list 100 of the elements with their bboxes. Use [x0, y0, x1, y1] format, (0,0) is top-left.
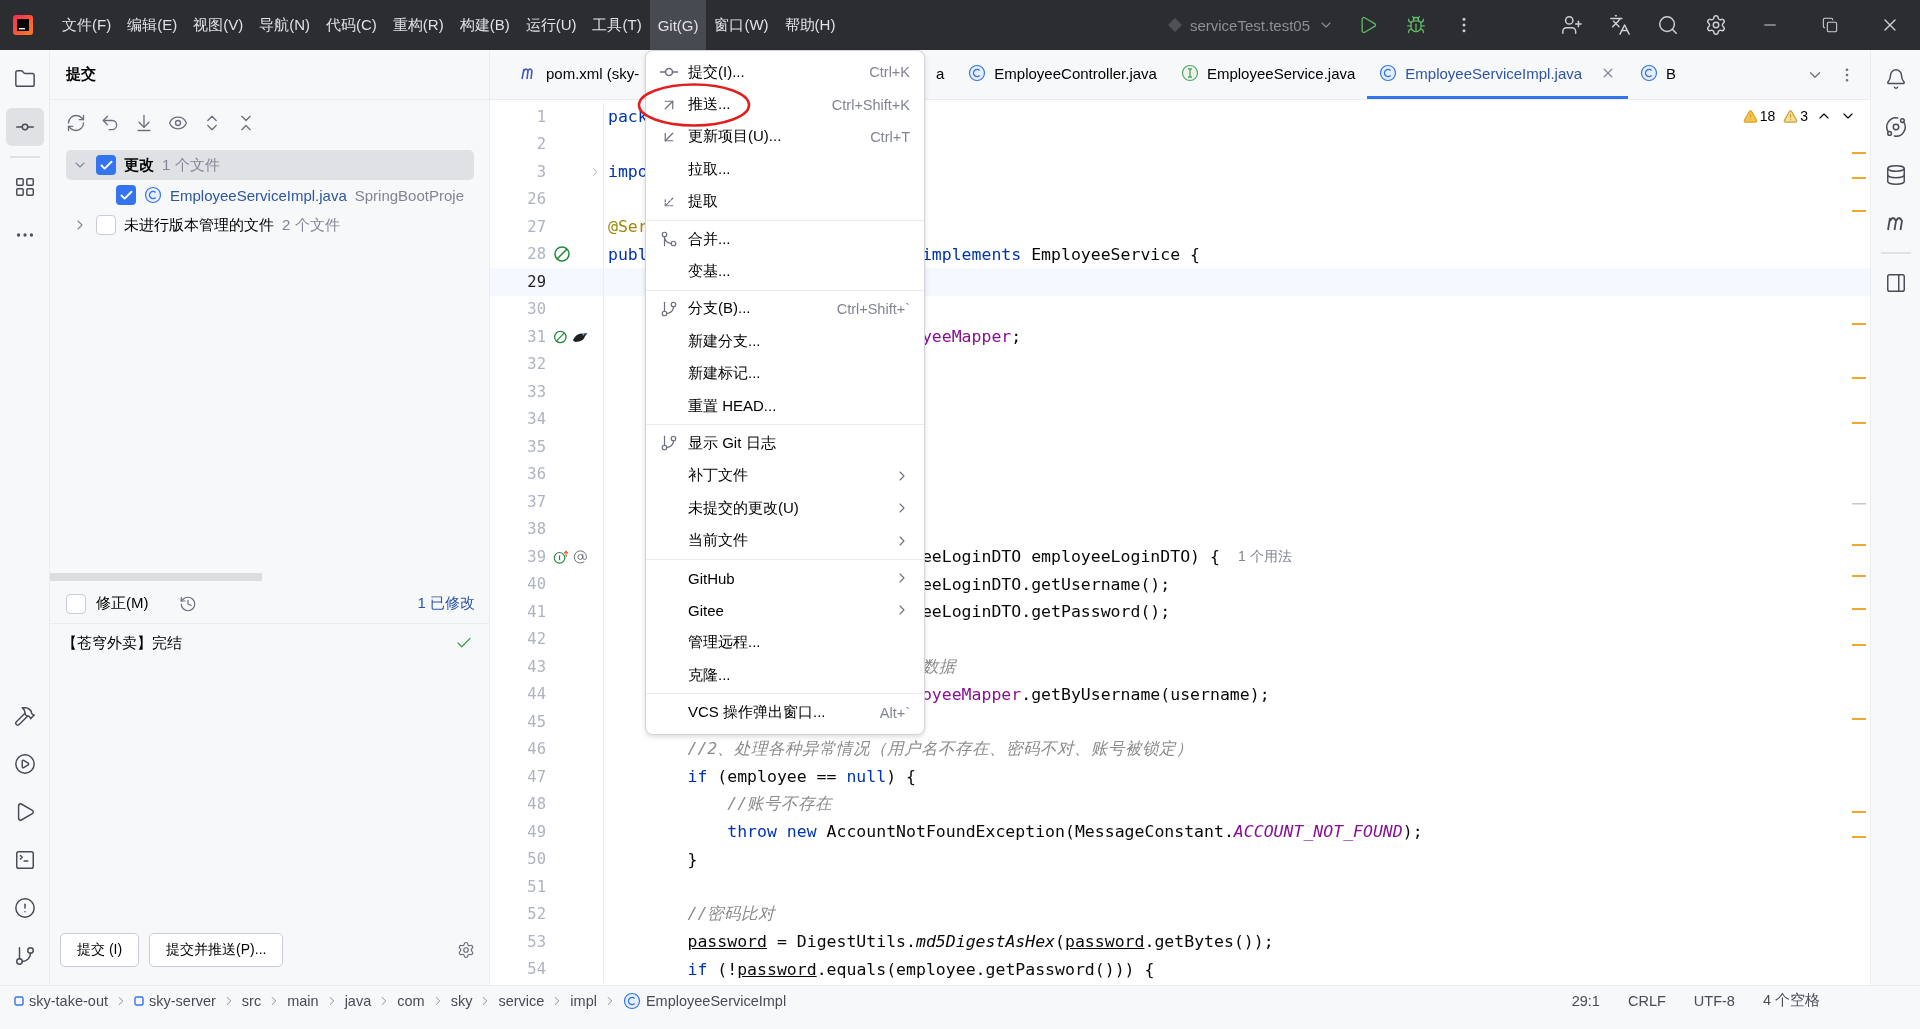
settings-icon[interactable]	[1705, 14, 1727, 36]
menu-item[interactable]: 新建标记...	[646, 357, 924, 390]
checkbox[interactable]	[96, 215, 116, 235]
branch-icon[interactable]	[13, 945, 36, 967]
tree-row[interactable]: 更改 1 个文件	[66, 150, 474, 180]
structure-icon[interactable]	[13, 176, 36, 198]
editor-tab[interactable]: EmployeeService.java	[1168, 50, 1368, 99]
panel-icon[interactable]	[1884, 272, 1907, 294]
line-number: 48	[526, 795, 546, 814]
status-item[interactable]: 4 个空格	[1762, 991, 1820, 1010]
checkbox[interactable]	[66, 593, 86, 614]
breadcrumb[interactable]: com	[397, 992, 425, 1009]
menu-item[interactable]: 克隆...	[646, 659, 924, 692]
checkbox[interactable]	[96, 155, 116, 175]
menu-item[interactable]: 分支(B)... Ctrl+Shift+`	[646, 292, 924, 326]
menu-item[interactable]: 构建(B)	[451, 0, 518, 50]
settings-icon[interactable]	[457, 941, 475, 959]
editor-tab[interactable]: EmployeeController.java	[956, 50, 1169, 99]
tree-row[interactable]: EmployeeServiceImpl.java SpringBootProje	[66, 180, 473, 210]
commit-button[interactable]: 提交并推送(P)...	[149, 933, 284, 967]
breadcrumb[interactable]: sky	[450, 992, 473, 1009]
status-item[interactable]: 29:1	[1571, 992, 1600, 1009]
modified-link[interactable]: 1 已修改	[417, 594, 475, 613]
code-line: password = DigestUtils.md5DigestAsHex(password.getBytes());	[686, 932, 1274, 952]
menu-item[interactable]: 重构(R)	[384, 0, 452, 50]
editor-tab[interactable]: EmployeeServiceImpl.java	[1367, 50, 1629, 99]
menu-item[interactable]: 变基...	[646, 255, 924, 288]
at-icon[interactable]	[573, 547, 588, 566]
menu-item[interactable]: 新建分支...	[646, 325, 924, 358]
breadcrumb[interactable]: sky-take-out	[14, 992, 108, 1009]
warning-icon	[1783, 108, 1799, 124]
history-icon[interactable]	[178, 594, 197, 613]
search-icon[interactable]	[1657, 14, 1679, 36]
menu-item[interactable]: 当前文件	[646, 524, 924, 557]
code-line: @Ser	[608, 217, 648, 237]
panel-title: 提交	[50, 50, 489, 100]
menu-item[interactable]: 文件(F)	[54, 0, 120, 50]
weak-warning-count[interactable]: 3	[1783, 108, 1808, 124]
menu-item[interactable]: 视图(V)	[185, 0, 252, 50]
file-name: EmployeeServiceImpl.java	[170, 186, 347, 204]
menu-item[interactable]: 拉取...	[646, 153, 924, 186]
refresh-icon[interactable]	[66, 113, 86, 133]
editor-tab[interactable]: B	[1628, 50, 1689, 99]
menu-item[interactable]: 帮助(H)	[776, 0, 844, 50]
menu-item[interactable]: 合并...	[646, 222, 924, 256]
menu-item[interactable]: 未提交的更改(U)	[646, 492, 924, 525]
problems-icon[interactable]	[13, 897, 36, 919]
line-number: 39	[526, 547, 546, 566]
menu-item[interactable]: 重置 HEAD...	[646, 389, 924, 423]
breadcrumb[interactable]: sky-server	[134, 992, 216, 1009]
menu-item[interactable]: 更新项目(U)... Ctrl+T	[646, 120, 924, 154]
breadcrumb[interactable]: java	[344, 992, 372, 1009]
checkbox[interactable]	[116, 185, 136, 205]
menu-item[interactable]: 窗口(W)	[706, 0, 777, 50]
breadcrumb[interactable]: impl	[570, 992, 597, 1009]
app-logo-icon[interactable]	[12, 14, 34, 36]
status-item[interactable]: UTF-8	[1693, 992, 1735, 1009]
commit-message[interactable]: 【苍穹外卖】完结	[62, 634, 182, 653]
commit-button[interactable]: 提交 (I)	[60, 933, 140, 967]
bean-icon[interactable]	[553, 245, 571, 264]
run-config-dropdown[interactable]: serviceTest.test05	[1157, 7, 1344, 43]
breadcrumb[interactable]: src	[241, 992, 262, 1009]
line-number: 1	[535, 107, 546, 126]
menu-item[interactable]: 工具(T)	[584, 0, 650, 50]
menu-item[interactable]: VCS 操作弹出窗口... Alt+`	[646, 696, 924, 729]
menu-item[interactable]: 管理远程...	[646, 626, 924, 660]
debug-icon[interactable]	[1406, 15, 1426, 35]
bell-icon[interactable]	[1884, 68, 1907, 90]
undo-icon[interactable]	[100, 113, 120, 133]
hammer-icon[interactable]	[13, 705, 36, 727]
menu-item[interactable]: Gitee	[646, 594, 924, 627]
folder-icon[interactable]	[13, 68, 36, 90]
tree-row[interactable]: 未进行版本管理的文件 2 个文件	[66, 210, 473, 240]
database-icon[interactable]	[1884, 164, 1907, 186]
line-number: 46	[526, 740, 546, 759]
add-user-icon[interactable]	[1561, 14, 1583, 36]
menu-item[interactable]: 代码(C)	[318, 0, 385, 50]
menu-item[interactable]: 补丁文件	[646, 459, 924, 493]
ai-assistant-icon[interactable]	[1884, 116, 1907, 138]
terminal-icon[interactable]	[13, 849, 36, 871]
menu-item[interactable]: 导航(N)	[251, 0, 318, 50]
menu-item[interactable]: Git(G)	[649, 0, 707, 50]
warning-count[interactable]: 18	[1742, 108, 1776, 124]
menu-item[interactable]: 运行(U)	[517, 0, 585, 50]
status-item[interactable]: CRLF	[1627, 992, 1666, 1009]
restore-icon[interactable]	[1822, 17, 1838, 33]
breadcrumb[interactable]: EmployeeServiceImpl	[622, 991, 787, 1010]
menu-item[interactable]: 编辑(E)	[119, 0, 186, 50]
merge-icon	[660, 230, 678, 249]
menu-item[interactable]: 显示 Git 日志	[646, 427, 924, 460]
menu-item[interactable]: 提取	[646, 185, 924, 218]
line-number: 3	[535, 162, 546, 181]
translate-icon[interactable]	[1609, 14, 1631, 36]
line-number: 47	[526, 767, 546, 786]
scrollbar[interactable]	[50, 573, 262, 581]
breadcrumb[interactable]: service	[498, 992, 545, 1009]
services-icon[interactable]	[13, 753, 36, 775]
menu-item[interactable]: GitHub	[646, 561, 924, 595]
breadcrumb[interactable]: main	[287, 992, 319, 1009]
usage-hint[interactable]: 1 个用法	[1237, 547, 1292, 566]
